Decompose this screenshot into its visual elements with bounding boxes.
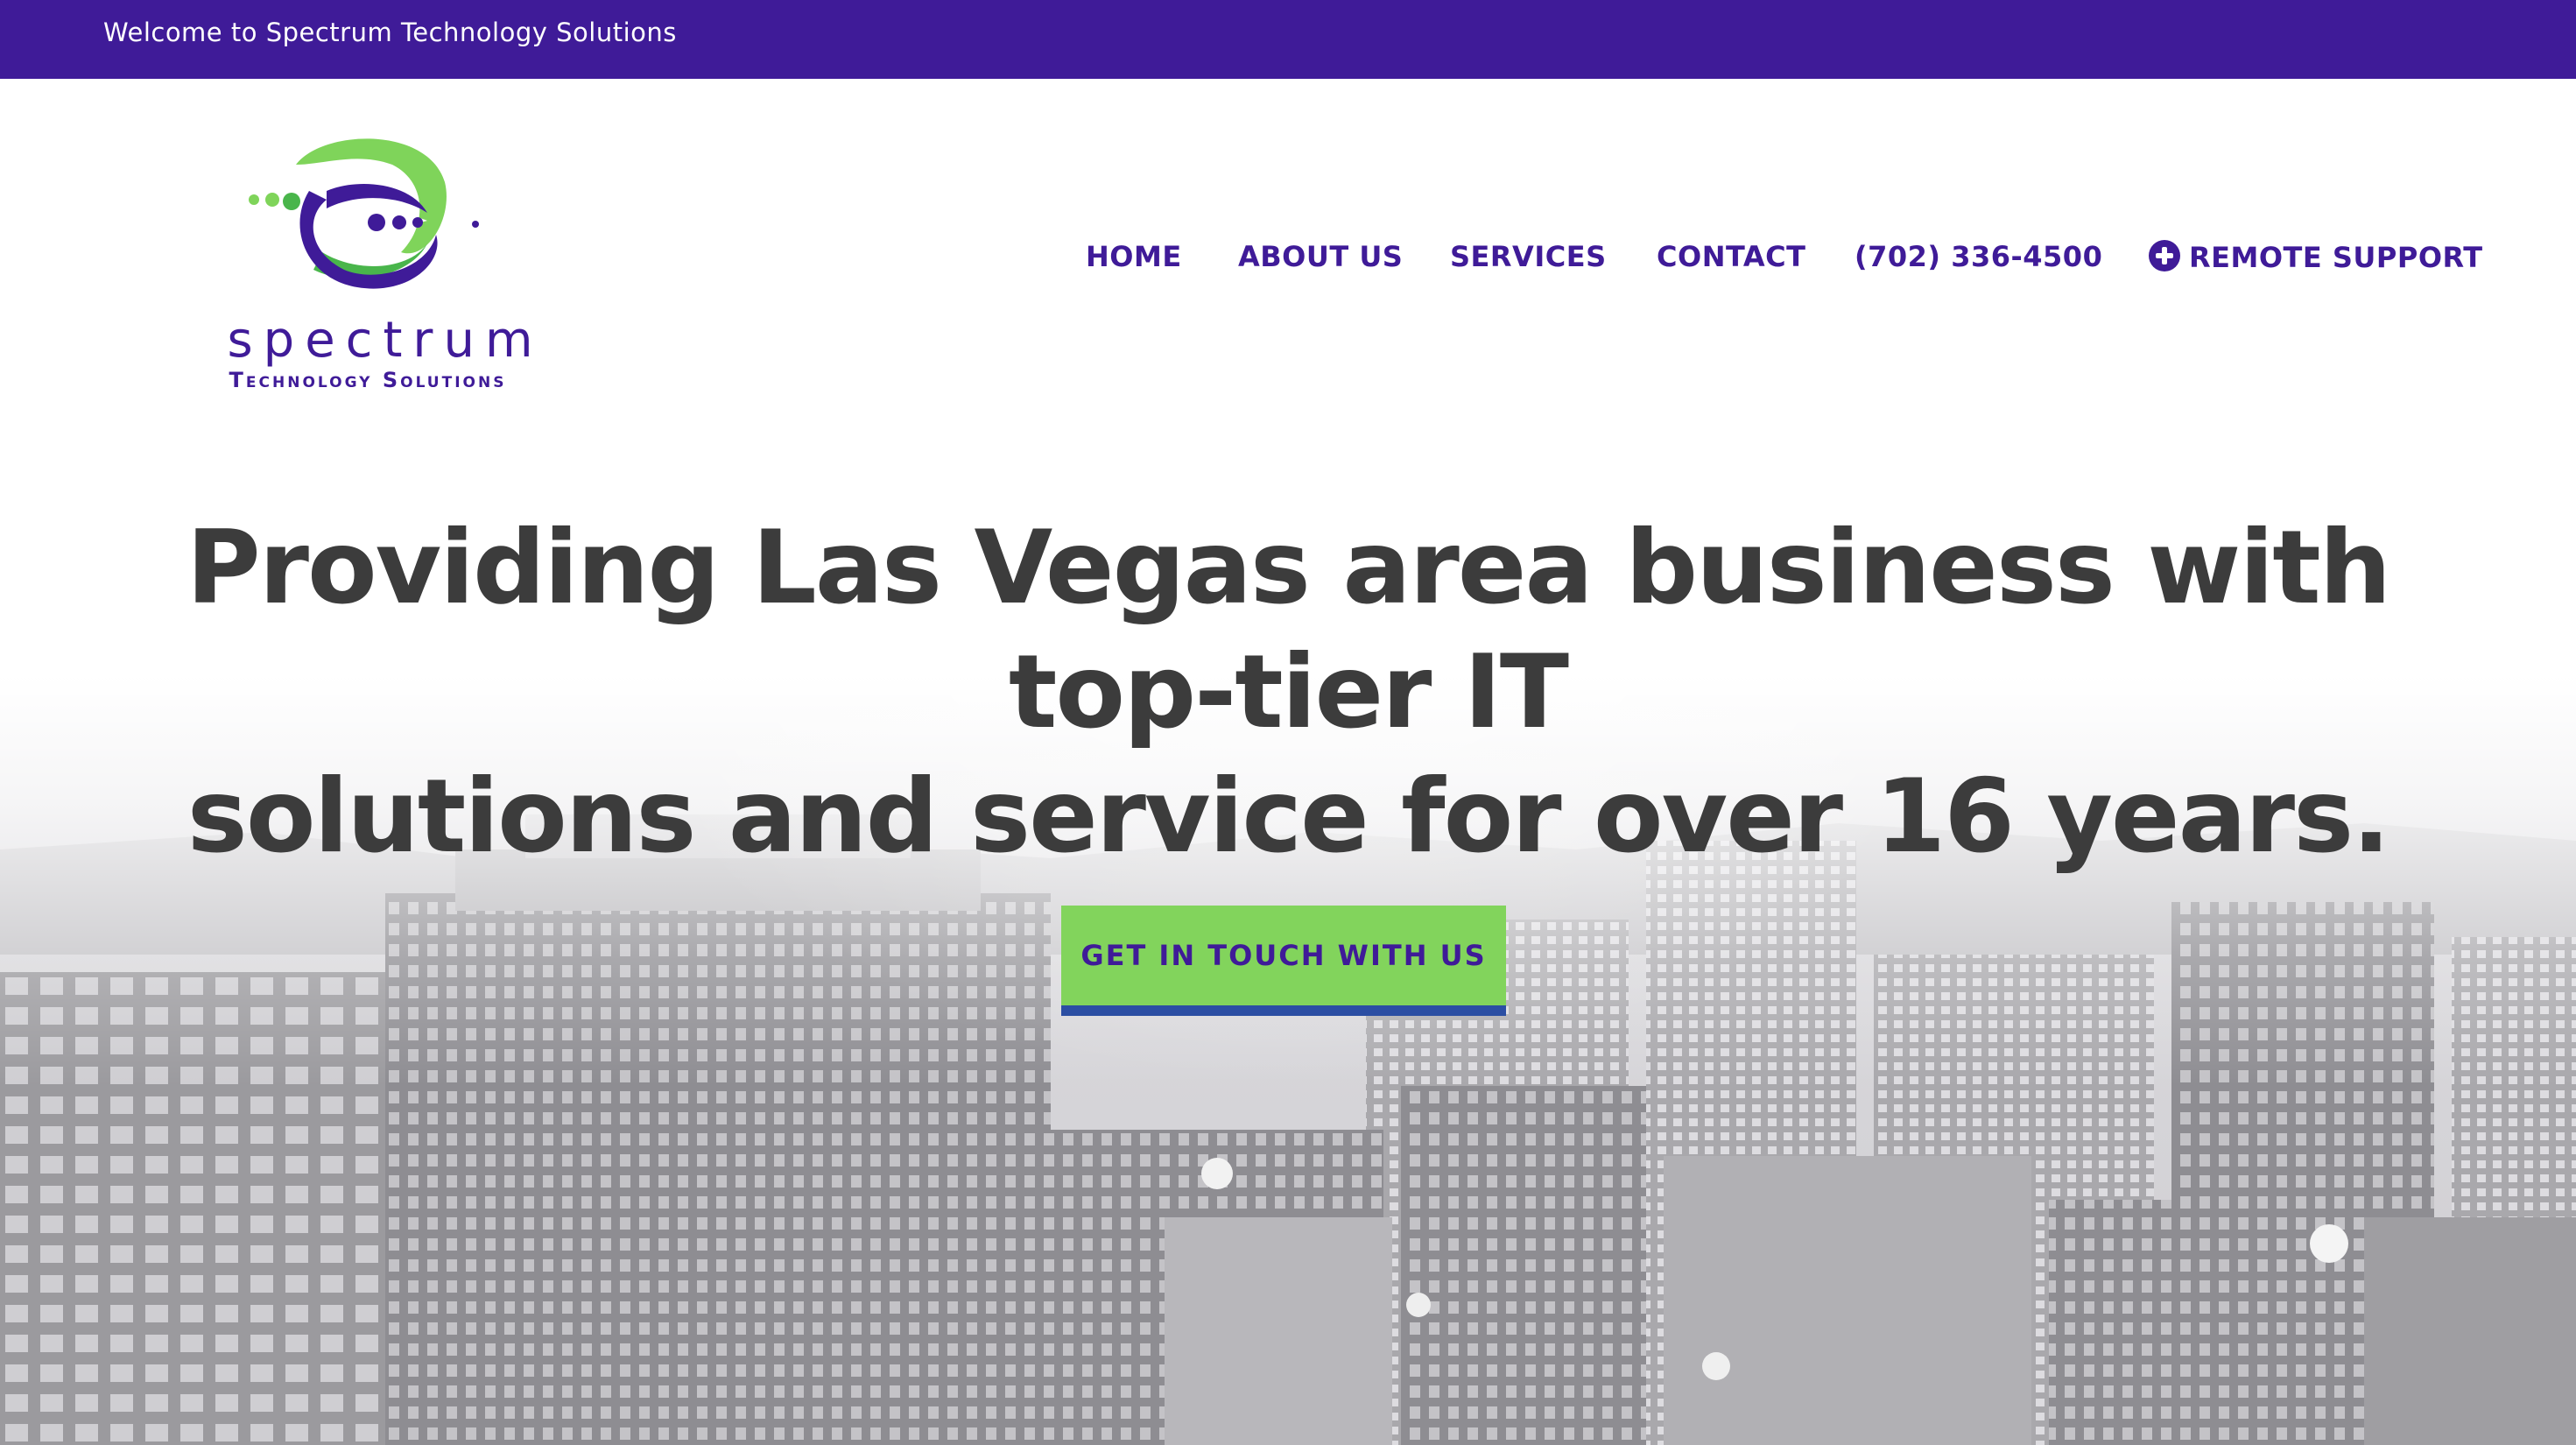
nav-remote-support-label: REMOTE SUPPORT	[2189, 241, 2483, 274]
nav-services[interactable]: SERVICES	[1450, 240, 1607, 273]
spectrum-logo[interactable]: spectrum Technology Solutions	[147, 130, 585, 401]
logo-mark-icon	[249, 138, 479, 289]
nav-about-us[interactable]: ABOUT US	[1238, 240, 1403, 273]
nav-home[interactable]: HOME	[1086, 240, 1182, 273]
top-bar: Welcome to Spectrum Technology Solutions	[0, 0, 2576, 79]
main-nav: HOME ABOUT US SERVICES CONTACT (702) 336…	[1086, 240, 2482, 284]
hero-headline-line1: Providing Las Vegas area business with t…	[186, 509, 2391, 751]
hero-headline-line2: solutions and service for over 16 years.	[187, 758, 2390, 876]
nav-contact[interactable]: CONTACT	[1657, 240, 1805, 273]
welcome-text: Welcome to Spectrum Technology Solutions	[103, 18, 677, 47]
logo-wordmark: spectrum	[227, 312, 544, 369]
logo-tagline: Technology Solutions	[229, 368, 507, 392]
nav-phone[interactable]: (702) 336-4500	[1855, 240, 2102, 273]
get-in-touch-button[interactable]: GET IN TOUCH WITH US	[1061, 906, 1506, 1016]
hero-headline: Providing Las Vegas area business with t…	[131, 506, 2445, 879]
plus-circle-icon	[2149, 240, 2180, 271]
nav-remote-support[interactable]: REMOTE SUPPORT	[2149, 240, 2483, 274]
